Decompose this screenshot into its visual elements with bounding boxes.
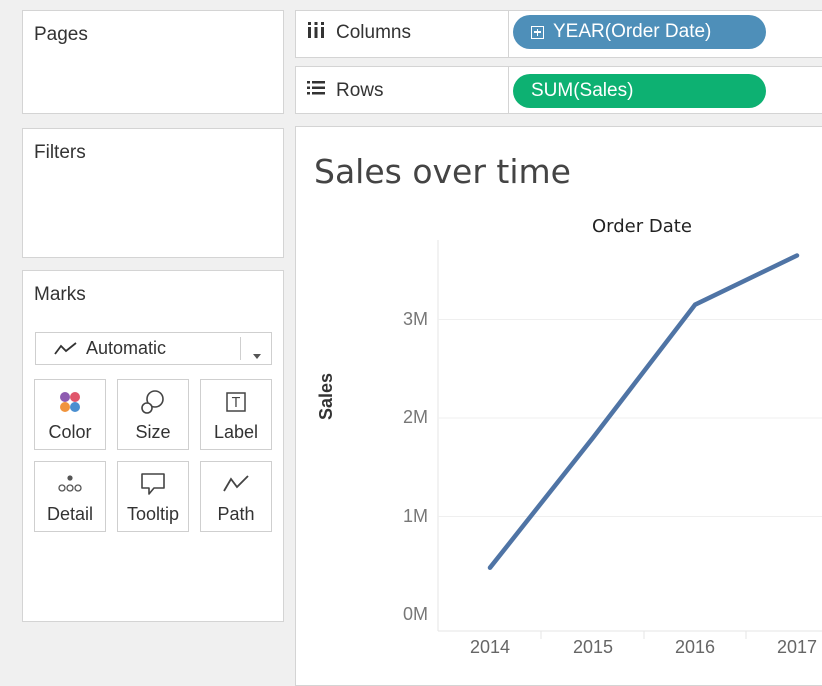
path-icon (201, 470, 271, 498)
rows-label: Rows (336, 79, 384, 101)
line-mark-icon (54, 341, 78, 357)
color-label: Color (48, 422, 92, 442)
marks-title: Marks (34, 284, 86, 305)
tooltip-icon (118, 470, 188, 498)
columns-icon (306, 21, 326, 45)
label-icon: T (201, 388, 271, 416)
sum-sales-pill-label: SUM(Sales) (531, 80, 634, 101)
path-button[interactable]: Path (200, 461, 272, 532)
rows-shelf-label: Rows (306, 79, 384, 102)
pages-title: Pages (34, 24, 88, 45)
columns-label: Columns (336, 22, 411, 43)
columns-shelf-label: Columns (306, 21, 411, 45)
x-tick-label: 2015 (572, 637, 614, 657)
size-label: Size (135, 422, 171, 442)
rows-icon (306, 79, 326, 102)
x-header-label: Order Date (592, 216, 692, 237)
y-axis-label: Sales (316, 372, 336, 420)
tooltip-button[interactable]: Tooltip (117, 461, 189, 532)
color-button[interactable]: Color (34, 379, 106, 450)
y-tick-label: 3M (402, 308, 428, 329)
y-tick-label: 2M (402, 407, 428, 427)
label-button[interactable]: T Label (200, 379, 272, 450)
svg-text:T: T (231, 396, 240, 411)
y-tick-label: 1M (402, 505, 428, 526)
pages-card: Pages (22, 10, 284, 114)
year-order-date-pill[interactable]: YEAR(Order Date) (513, 15, 766, 49)
mark-type-dropdown[interactable]: Automatic (35, 332, 272, 365)
filters-card[interactable]: Filters (22, 128, 284, 258)
x-tick-label: 2016 (674, 637, 716, 657)
marks-card: Marks Automatic Color Size T Label Detai… (22, 270, 284, 622)
chevron-down-icon[interactable] (251, 345, 263, 366)
x-tick-label: 2014 (469, 637, 511, 657)
view-canvas: Sales over time Order Date (295, 126, 822, 686)
detail-label: Detail (46, 504, 94, 524)
shelf-divider (508, 11, 509, 57)
y-tick-label: 0M (402, 604, 428, 624)
size-icon (118, 388, 188, 416)
mark-type-label: Automatic (86, 338, 167, 358)
detail-icon (35, 470, 105, 498)
sheet-title: Sales over time (314, 152, 571, 191)
detail-button[interactable]: Detail (34, 461, 106, 532)
color-dots-icon (35, 388, 105, 416)
filters-title: Filters (34, 142, 86, 163)
year-order-date-pill-label: YEAR(Order Date) (553, 21, 712, 42)
label-label: Label (213, 422, 259, 442)
shelf-divider (508, 67, 509, 113)
size-button[interactable]: Size (117, 379, 189, 450)
tooltip-label: Tooltip (126, 504, 180, 524)
sum-sales-pill[interactable]: SUM(Sales) (513, 74, 766, 108)
path-label: Path (217, 504, 255, 524)
expand-plus-icon[interactable] (531, 25, 544, 39)
x-tick-label: 2017 (776, 637, 818, 657)
